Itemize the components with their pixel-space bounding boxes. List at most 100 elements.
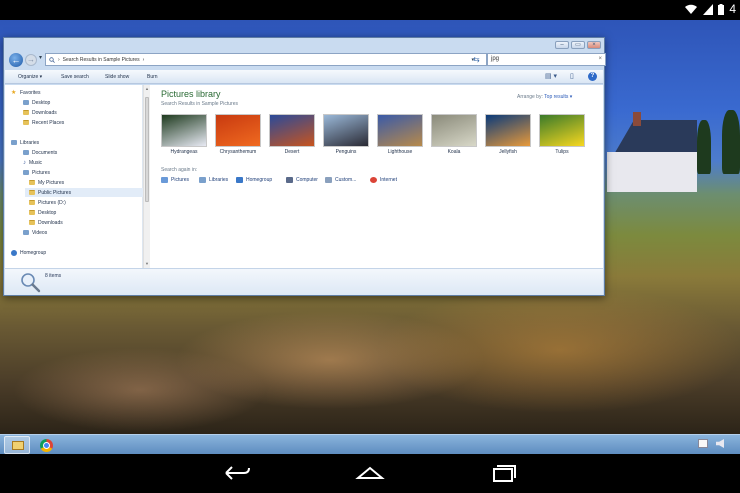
- search-results-icon: [49, 56, 55, 63]
- star-icon: ★: [11, 89, 17, 96]
- file-list-pane: Pictures library Search Results in Sampl…: [151, 85, 603, 268]
- search-location-icon: [161, 177, 168, 183]
- volume-icon[interactable]: [716, 439, 724, 448]
- taskbar: [0, 434, 740, 454]
- address-path: Search Results in Sample Pictures: [62, 56, 140, 63]
- thumbnail-item[interactable]: Hydrangeas: [161, 114, 207, 155]
- status-icons: 4: [684, 2, 736, 16]
- refresh-icon[interactable]: ⇆: [473, 54, 480, 65]
- navigation-pane: ★ Favorites Desktop Downloads Recent Pla…: [5, 85, 143, 268]
- scroll-thumb[interactable]: [145, 97, 149, 202]
- nav-my-pictures[interactable]: My Pictures: [29, 178, 64, 187]
- organize-label: Organize: [18, 74, 39, 80]
- nav-homegroup[interactable]: Homegroup: [11, 248, 46, 257]
- videos-icon: [23, 230, 29, 235]
- taskbar-explorer-button[interactable]: [4, 436, 30, 454]
- back-button[interactable]: ←: [9, 53, 23, 67]
- nav-libraries-label: Libraries: [20, 139, 40, 146]
- address-chevron-icon: ›: [58, 56, 60, 63]
- screen: 4 – ▭ × ← → ▾ › Search Results in Sample…: [0, 0, 740, 493]
- nav-pictures[interactable]: Pictures: [23, 168, 50, 177]
- chrome-icon: [40, 439, 53, 452]
- taskbar-chrome-button[interactable]: [34, 436, 60, 454]
- nav-libraries[interactable]: Libraries: [11, 138, 39, 147]
- search-again-item[interactable]: Pictures: [161, 177, 189, 183]
- nav-music[interactable]: ♪ Music: [23, 158, 42, 167]
- arrange-dropdown[interactable]: Top results ▾: [544, 94, 572, 100]
- save-search-button[interactable]: Save search: [61, 74, 89, 80]
- change-view-icon[interactable]: ▤ ▾: [545, 72, 557, 80]
- slide-show-button[interactable]: Slide show: [105, 74, 129, 80]
- scroll-up-icon[interactable]: ▲: [145, 86, 149, 91]
- search-again-item-label: Custom...: [335, 177, 357, 183]
- thumbnail-label: Hydrangeas: [170, 149, 198, 155]
- forward-button[interactable]: →: [25, 54, 37, 66]
- home-icon[interactable]: [355, 462, 385, 484]
- command-bar: Organize ▾ Save search Slide show Burn ▤…: [5, 70, 603, 84]
- clear-search-icon[interactable]: ×: [598, 54, 602, 65]
- library-title: Pictures library: [161, 89, 221, 99]
- search-location-icon: [199, 177, 206, 183]
- search-location-icon: [325, 177, 332, 183]
- maximize-button[interactable]: ▭: [571, 41, 585, 49]
- search-again-item[interactable]: Computer: [286, 177, 318, 183]
- nav-recent-places[interactable]: Recent Places: [23, 118, 64, 127]
- search-again-item[interactable]: Custom...: [325, 177, 356, 183]
- preview-pane-icon[interactable]: ▯: [570, 72, 574, 80]
- nav-downloads[interactable]: Downloads: [23, 108, 57, 117]
- close-button[interactable]: ×: [587, 41, 601, 49]
- wifi-icon: [685, 4, 698, 14]
- folder-icon: [29, 200, 35, 205]
- nav-pictures-desktop[interactable]: Desktop: [29, 208, 56, 217]
- action-center-icon[interactable]: [698, 439, 708, 448]
- wallpaper-tree: [697, 120, 711, 174]
- minimize-button[interactable]: –: [555, 41, 569, 49]
- organize-button[interactable]: Organize ▾: [18, 74, 42, 80]
- nav-music-label: Music: [29, 159, 43, 166]
- thumbnail-item[interactable]: Desert: [269, 114, 315, 155]
- thumbnail-item[interactable]: Penguins: [323, 114, 369, 155]
- arrange-label: Arrange by:: [517, 94, 543, 100]
- nav-public-pictures[interactable]: Public Pictures: [25, 188, 143, 197]
- burn-button[interactable]: Burn: [147, 74, 158, 80]
- search-again-item[interactable]: Homegroup: [236, 177, 272, 183]
- thumbnail-item[interactable]: Lighthouse: [377, 114, 423, 155]
- arrange-value: Top results: [544, 94, 569, 100]
- thumbnail-image: [377, 114, 423, 147]
- nav-desktop[interactable]: Desktop: [23, 98, 50, 107]
- android-navigation-bar: [0, 454, 740, 493]
- nav-pane-scrollbar[interactable]: ▲ ▼: [143, 85, 150, 268]
- nav-pictures-downloads[interactable]: Downloads: [29, 218, 63, 227]
- scroll-down-icon[interactable]: ▼: [145, 261, 149, 266]
- thumbnail-label: Chrysanthemum: [219, 149, 257, 155]
- thumbnail-image: [539, 114, 585, 147]
- android-status-bar: 4: [0, 0, 740, 20]
- search-location-icon: [236, 177, 243, 183]
- back-icon[interactable]: [222, 462, 252, 484]
- recent-apps-icon[interactable]: [488, 462, 518, 484]
- thumbnail-item[interactable]: Jellyfish: [485, 114, 531, 155]
- thumbnail-image: [269, 114, 315, 147]
- nav-favorites[interactable]: ★ Favorites: [11, 88, 41, 97]
- search-again-item[interactable]: Libraries: [199, 177, 228, 183]
- folder-icon: [29, 220, 35, 225]
- nav-videos-label: Videos: [32, 229, 48, 236]
- thumbnail-item[interactable]: Chrysanthemum: [215, 114, 261, 155]
- help-button[interactable]: ?: [588, 72, 597, 81]
- address-bar[interactable]: › Search Results in Sample Pictures › ▾: [45, 53, 487, 66]
- folder-icon: [29, 190, 35, 195]
- search-input[interactable]: jpg ×: [487, 53, 606, 66]
- thumbnail-item[interactable]: Koala: [431, 114, 477, 155]
- recent-pages-dropdown[interactable]: ▾: [39, 54, 42, 61]
- nav-documents[interactable]: Documents: [23, 148, 57, 157]
- item-count: 8 items: [45, 273, 62, 279]
- explorer-window[interactable]: – ▭ × ← → ▾ › Search Results in Sample P…: [3, 37, 606, 296]
- nav-videos[interactable]: Videos: [23, 228, 47, 237]
- thumbnail-image: [485, 114, 531, 147]
- search-magnifier-icon: [21, 273, 41, 293]
- thumbnail-item[interactable]: Tulips: [539, 114, 585, 155]
- arrange-by: Arrange by: Top results ▾: [517, 94, 572, 100]
- search-location-icon: [286, 177, 293, 183]
- search-again-item[interactable]: Internet: [370, 177, 397, 183]
- nav-pictures-d[interactable]: Pictures (D:): [29, 198, 66, 207]
